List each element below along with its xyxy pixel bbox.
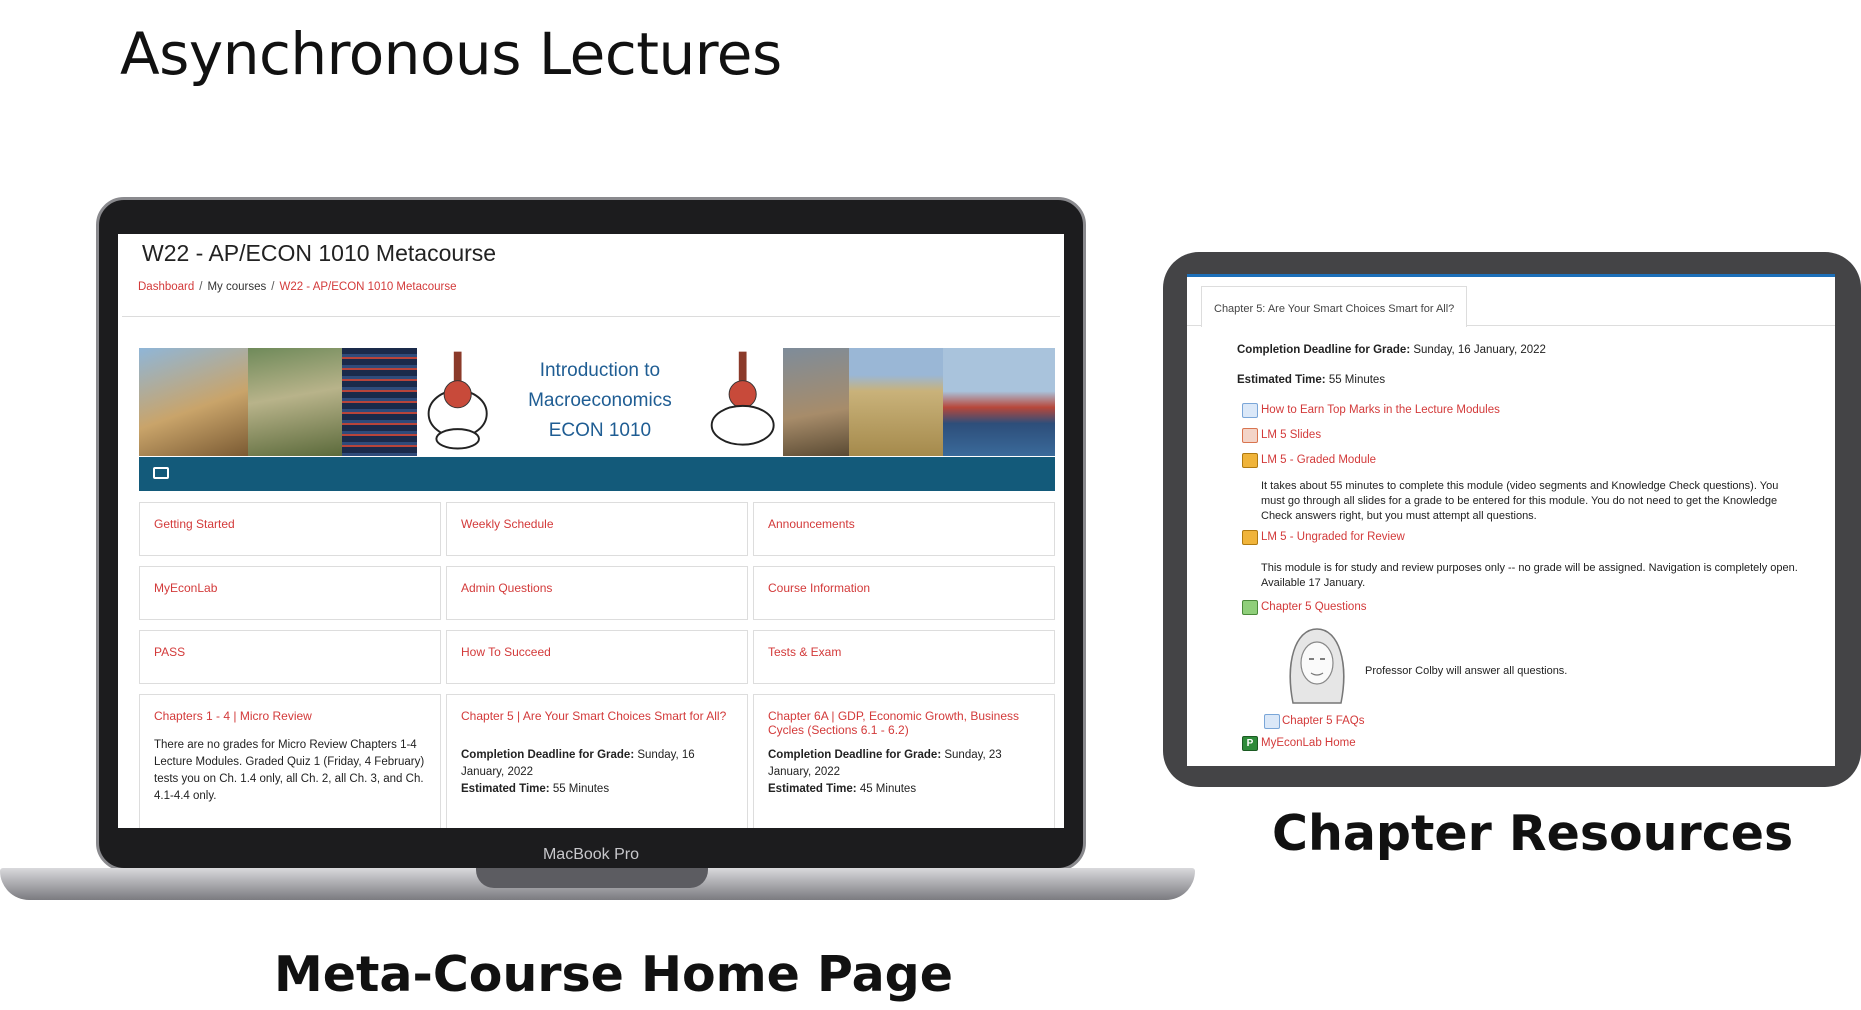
banner-globe-yes-icon [710,351,775,446]
tile-chapter-6a[interactable]: Chapter 6A | GDP, Economic Growth, Busin… [753,694,1055,828]
time-label: Estimated Time: [461,783,550,795]
link-myeconlab-home[interactable]: MyEconLab Home [1261,737,1356,749]
tile-link[interactable]: Chapters 1 - 4 | Micro Review [154,709,430,723]
tile-admin-questions[interactable]: Admin Questions [446,566,748,620]
banner-photo-harvester [848,348,943,456]
breadcrumb-my-courses[interactable]: My courses [207,281,266,293]
tile-how-to-succeed[interactable]: How To Succeed [446,630,748,684]
laptop-model-label: MacBook Pro [542,846,640,863]
link-lm5-ungraded[interactable]: LM 5 - Ungraded for Review [1261,531,1405,543]
banner-line-2: Macroeconomics [528,390,672,411]
slide-title: Asynchronous Lectures [120,20,782,88]
tile-link[interactable]: Course Information [768,581,1044,595]
tile-link[interactable]: Chapter 6A | GDP, Economic Growth, Busin… [768,709,1044,737]
banner-line-3: ECON 1010 [548,420,652,441]
tile-link[interactable]: Weekly Schedule [461,517,737,531]
module-package-icon [1242,453,1258,468]
breadcrumb-course[interactable]: W22 - AP/ECON 1010 Metacourse [279,281,456,293]
tile-link[interactable]: Announcements [768,517,1044,531]
breadcrumb: Dashboard / My courses / W22 - AP/ECON 1010 … [138,281,457,293]
deadline-line: Completion Deadline for Grade: Sunday, 1… [1237,344,1546,356]
deadline-label: Completion Deadline for Grade: [1237,344,1411,356]
page-icon [1242,403,1258,418]
tile-link[interactable]: PASS [154,645,430,659]
screen-icon[interactable] [153,467,169,479]
course-title: W22 - AP/ECON 1010 Metacourse [142,240,497,266]
graded-description: It takes about 55 minutes to complete th… [1261,480,1779,522]
banner-photo-stock-board [342,348,417,456]
laptop-notch [476,868,708,888]
tile-course-information[interactable]: Course Information [753,566,1055,620]
tile-link[interactable]: Chapter 5 | Are Your Smart Choices Smart… [461,709,737,723]
course-home-page: W22 - AP/ECON 1010 Metacourse Dashboard /… [118,234,1064,828]
tile-link[interactable]: Getting Started [154,517,430,531]
tile-tests-exam[interactable]: Tests & Exam [753,630,1055,684]
slides-file-icon [1242,428,1258,443]
myeconlab-p-icon: P [1242,736,1258,751]
tile-details: Completion Deadline for Grade: Sunday, 1… [461,747,735,798]
banner-photo-cargo-ship [942,348,1056,456]
module-package-icon [1242,530,1258,545]
time-value: 55 Minutes [549,783,610,795]
link-lm5-slides[interactable]: LM 5 Slides [1261,429,1321,441]
deadline-label: Completion Deadline for Grade: [461,749,635,761]
time-line: Estimated Time: 55 Minutes [1237,374,1385,386]
tile-weekly-schedule[interactable]: Weekly Schedule [446,502,748,556]
banner-photo-farmer [782,348,849,456]
professor-note: Professor Colby will answer all question… [1365,665,1568,677]
link-chapter5-questions[interactable]: Chapter 5 Questions [1261,601,1366,613]
tile-chapters-1-4[interactable]: Chapters 1 - 4 | Micro Review There are … [139,694,441,828]
tile-description: There are no grades for Micro Review Cha… [154,739,425,802]
tile-chapter-5[interactable]: Chapter 5 | Are Your Smart Choices Smart… [446,694,748,828]
tab-chapter-5[interactable]: Chapter 5: Are Your Smart Choices Smart … [1201,286,1468,327]
tile-link[interactable]: Admin Questions [461,581,737,595]
deadline-value: Sunday, 16 January, 2022 [1410,344,1546,356]
time-label: Estimated Time: [768,783,857,795]
banner-title: Introduction to Macroeconomics ECON 1010 [498,348,701,456]
tile-myeconlab[interactable]: MyEconLab [139,566,441,620]
tile-announcements[interactable]: Announcements [753,502,1055,556]
professor-avatar [1289,628,1345,704]
laptop-caption: Meta-Course Home Page [274,946,953,1003]
tile-details: Completion Deadline for Grade: Sunday, 2… [768,747,1042,798]
header-divider [122,316,1060,317]
tile-link[interactable]: How To Succeed [461,645,737,659]
link-top-marks[interactable]: How to Earn Top Marks in the Lecture Mod… [1261,404,1500,416]
banner-photo-workers [248,348,343,456]
time-value: 55 Minutes [1325,374,1386,386]
tablet-caption: Chapter Resources [1272,805,1794,862]
course-banner: Introduction to Macroeconomics ECON 1010 [139,348,1056,456]
banner-globe-no-icon [427,351,488,450]
banner-photo-excavator [139,348,249,456]
page-icon [1264,714,1280,729]
time-value: 45 Minutes [856,783,917,795]
course-nav-bar [139,457,1055,491]
forum-chat-icon [1242,600,1258,615]
tile-link[interactable]: Tests & Exam [768,645,1044,659]
breadcrumb-dashboard[interactable]: Dashboard [138,281,194,293]
tile-pass[interactable]: PASS [139,630,441,684]
link-lm5-graded[interactable]: LM 5 - Graded Module [1261,454,1376,466]
link-chapter5-faqs[interactable]: Chapter 5 FAQs [1282,715,1364,727]
chapter-resources-page: Chapter 5: Are Your Smart Choices Smart … [1187,274,1835,766]
tile-getting-started[interactable]: Getting Started [139,502,441,556]
tile-link[interactable]: MyEconLab [154,581,430,595]
time-label: Estimated Time: [1237,374,1326,386]
deadline-label: Completion Deadline for Grade: [768,749,942,761]
ungraded-description: This module is for study and review purp… [1261,562,1798,589]
banner-line-1: Introduction to [539,360,661,381]
